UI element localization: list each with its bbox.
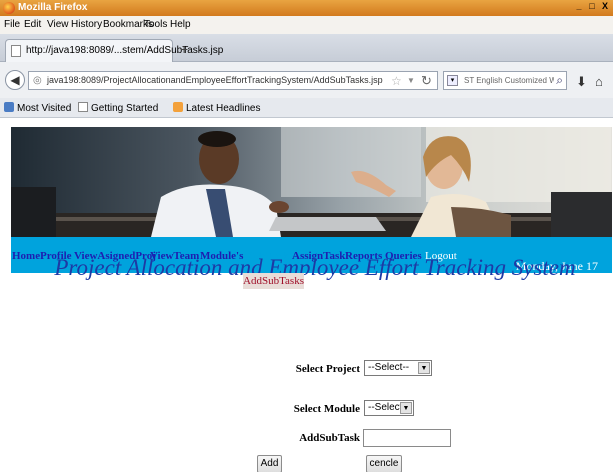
rss-feed-icon [173,102,183,112]
cancel-button[interactable]: cencle [366,455,402,472]
bookmark-star-icon[interactable]: ☆ [391,74,402,88]
tab-title: http://java198:8089/...stem/AddSubTasks.… [26,45,224,56]
downloads-icon[interactable]: ⬇ [576,74,587,90]
close-button[interactable]: X [599,1,611,13]
back-button[interactable]: ◀ [5,70,25,90]
bookmark-label: Getting Started [91,103,159,114]
menu-bar: File Edit View History Bookmarks Tools H… [0,16,613,34]
window-title: Mozilla Firefox [18,2,88,13]
add-button[interactable]: Add [257,455,282,472]
site-identity-icon[interactable]: ◎ [33,75,42,86]
menu-help[interactable]: Help [170,19,191,30]
firefox-logo-icon [3,2,15,14]
bookmarks-toolbar: Most Visited Getting Started Latest Head… [0,98,613,118]
page-icon [78,102,88,112]
menu-tools[interactable]: Tools [144,19,167,30]
url-text: java198:8089/ProjectAllocationandEmploye… [47,75,383,85]
bookmark-latest-headlines[interactable]: Latest Headlines [173,102,261,114]
maximize-button[interactable]: □ [586,1,598,13]
address-bar[interactable]: ◎ java198:8089/ProjectAllocationandEmplo… [28,71,438,90]
bookmark-label: Latest Headlines [186,103,261,114]
search-engine-icon[interactable]: ▾ [447,75,458,86]
bookmark-most-visited[interactable]: Most Visited [4,102,71,114]
browser-tab[interactable]: http://java198:8089/...stem/AddSubTasks.… [5,39,223,62]
page-icon [11,45,21,57]
search-bar[interactable]: ▾ ST English Customized Web Se ⌕ [443,71,567,90]
navigation-toolbar: ◀ ◎ java198:8089/ProjectAllocationandEmp… [0,62,613,98]
menu-history[interactable]: History [71,19,102,30]
new-tab-button[interactable]: + [180,42,188,56]
banner-image [11,127,612,237]
select-project-label: Select Project [295,363,360,375]
search-icon[interactable]: ⌕ [556,73,563,88]
bookmark-getting-started[interactable]: Getting Started [78,102,158,114]
subtask-name-input[interactable] [363,429,451,447]
window-titlebar: Mozilla Firefox _ □ X [0,0,613,16]
menu-file[interactable]: File [4,19,20,30]
business-meeting-photo [11,127,612,237]
minimize-button[interactable]: _ [573,1,585,13]
most-visited-icon [4,102,14,112]
module-select[interactable]: --Select-- ▼ [364,400,414,416]
reload-icon[interactable]: ↻ [421,73,432,89]
select-module-label: Select Module [293,403,360,415]
project-select-value: --Select-- [368,362,410,373]
project-select[interactable]: --Select-- ▼ [364,360,432,376]
url-dropdown-icon[interactable]: ▼ [407,76,415,85]
home-icon[interactable]: ⌂ [595,74,603,89]
search-engine-text: ST English Customized Web Se [464,76,554,85]
window-controls: _ □ X [573,1,611,13]
tab-bar: http://java198:8089/...stem/AddSubTasks.… [0,34,613,62]
bookmark-label: Most Visited [17,103,72,114]
submenu-item-addsubtasks[interactable]: AddSubTasks [243,273,304,289]
add-subtask-label: AddSubTask [299,432,360,444]
chevron-down-icon: ▼ [418,362,430,374]
page-title: Project Allocation and Employee Effort T… [54,255,576,280]
menu-edit[interactable]: Edit [24,19,41,30]
menu-view[interactable]: View [47,19,69,30]
chevron-down-icon: ▼ [400,402,412,414]
